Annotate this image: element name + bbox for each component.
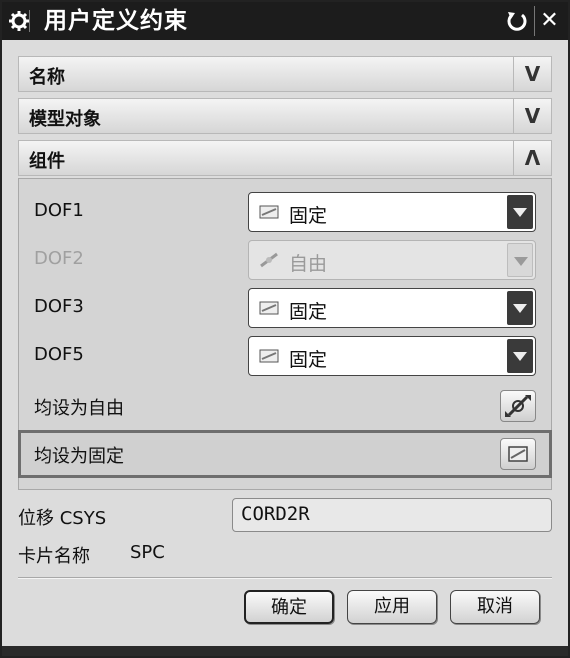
displacement-csys-input[interactable]: CORD2R	[232, 498, 552, 532]
dof5-value: 固定	[289, 349, 328, 371]
card-name-label: 卡片名称	[18, 546, 90, 567]
dof-label: DOF2	[34, 248, 84, 269]
chevron-down-icon	[507, 243, 533, 277]
dof1-select[interactable]: 固定	[248, 192, 536, 232]
dof3-value: 固定	[289, 301, 328, 323]
card-name-row: 卡片名称 SPC	[18, 534, 552, 574]
dof1-value: 固定	[289, 205, 328, 227]
section-model-object-label: 模型对象	[29, 109, 101, 130]
fixed-icon	[259, 204, 279, 220]
dof5-select[interactable]: 固定	[248, 336, 536, 376]
divider	[18, 577, 552, 579]
window-bottom-border	[2, 646, 568, 656]
constraint-dialog: 用户定义约束 ✕ 名称 V 模型对象 V 组件 Λ DOF1 固定 DOF2 自…	[0, 0, 570, 658]
set-all-fixed-row: 均设为固定	[18, 430, 552, 478]
dof-label: DOF3	[34, 296, 84, 317]
dof3-select[interactable]: 固定	[248, 288, 536, 328]
set-all-free-row: 均设为自由	[18, 382, 552, 430]
chevron-down-icon[interactable]	[507, 195, 533, 229]
chevron-up-icon[interactable]: Λ	[513, 141, 551, 175]
set-all-fixed-label: 均设为固定	[34, 446, 124, 467]
section-component-label: 组件	[29, 151, 65, 172]
free-icon	[259, 252, 279, 268]
window-title: 用户定义约束	[44, 8, 188, 34]
fixed-icon	[259, 348, 279, 364]
ok-button[interactable]: 确定	[244, 590, 334, 624]
dof-row: DOF5 固定	[18, 332, 552, 380]
displacement-csys-row: 位移 CSYS CORD2R	[18, 496, 552, 536]
set-all-free-label: 均设为自由	[34, 398, 124, 419]
displacement-csys-label: 位移 CSYS	[18, 508, 107, 529]
dof-label: DOF5	[34, 344, 84, 365]
card-name-value: SPC	[130, 542, 165, 563]
close-icon[interactable]: ✕	[534, 6, 564, 36]
gear-icon[interactable]	[8, 10, 30, 32]
chevron-down-icon[interactable]: V	[513, 99, 551, 133]
set-all-free-button[interactable]	[500, 390, 536, 422]
dof-label: DOF1	[34, 200, 84, 221]
cancel-button[interactable]: 取消	[450, 590, 540, 624]
title-bar[interactable]: 用户定义约束 ✕	[2, 2, 568, 40]
dof2-value: 自由	[289, 253, 328, 275]
dof2-select: 自由	[248, 240, 536, 280]
chevron-down-icon[interactable]: V	[513, 57, 551, 91]
set-all-fixed-button[interactable]	[500, 438, 536, 470]
section-component[interactable]: 组件 Λ	[18, 140, 552, 176]
section-name-label: 名称	[29, 67, 65, 88]
reset-icon[interactable]	[502, 6, 532, 36]
dof-row: DOF3 固定	[18, 284, 552, 332]
section-model-object[interactable]: 模型对象 V	[18, 98, 552, 134]
apply-button[interactable]: 应用	[347, 590, 437, 624]
section-name[interactable]: 名称 V	[18, 56, 552, 92]
chevron-down-icon[interactable]	[507, 339, 533, 373]
dof-row: DOF2 自由	[18, 236, 552, 284]
dof-row: DOF1 固定	[18, 188, 552, 236]
chevron-down-icon[interactable]	[507, 291, 533, 325]
fixed-icon	[259, 300, 279, 316]
